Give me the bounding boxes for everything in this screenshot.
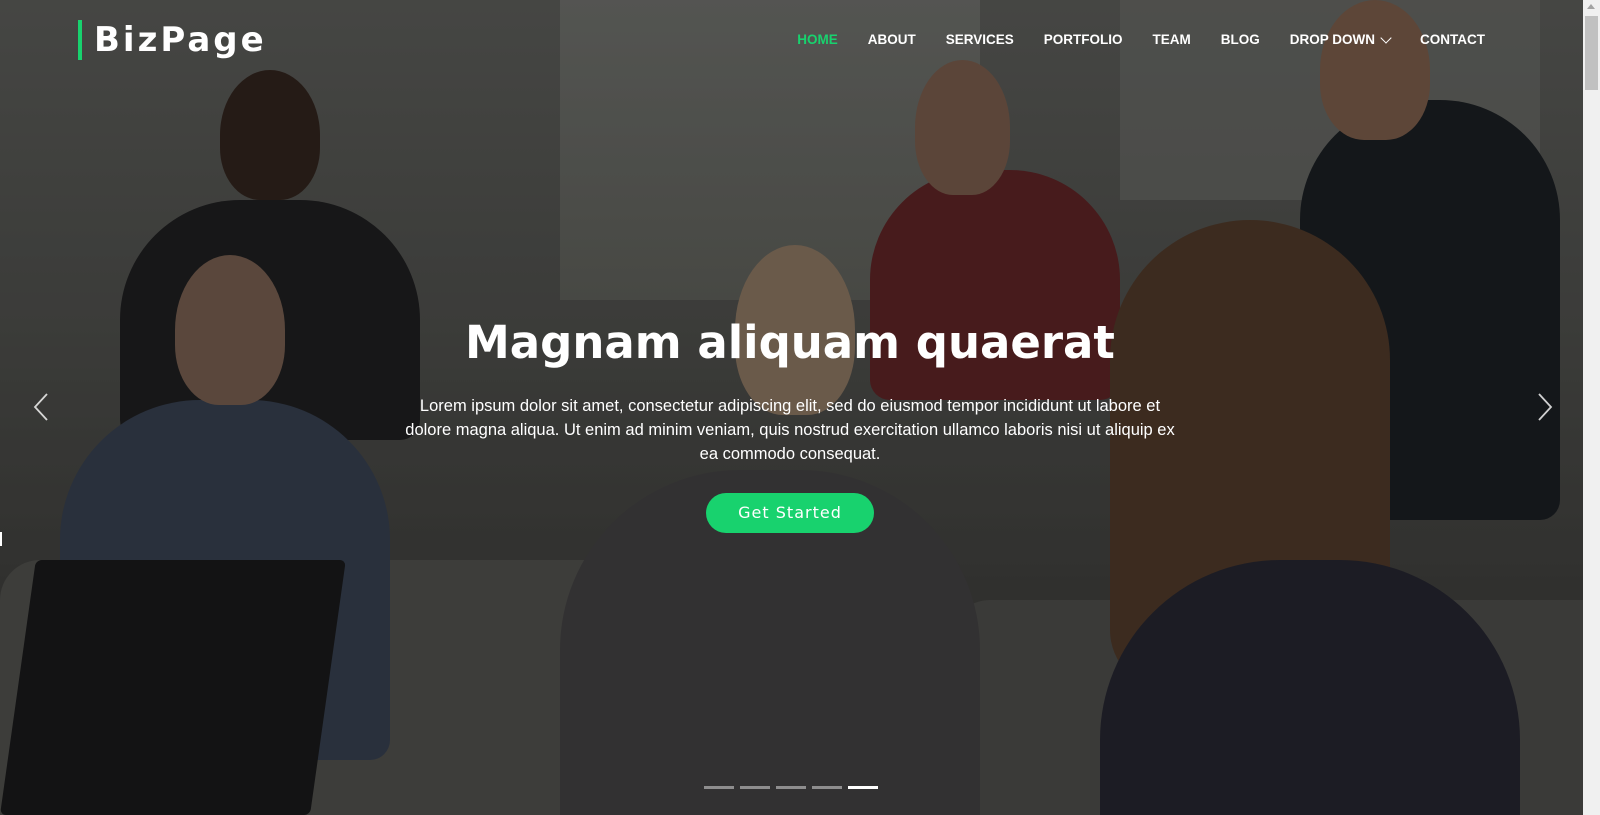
nav-item-contact[interactable]: CONTACT <box>1420 30 1485 50</box>
hero-section: BizPage HOME ABOUT SERVICES PORTFOLIO TE… <box>0 0 1583 815</box>
nav-item-drop-down[interactable]: DROP DOWN <box>1289 30 1392 50</box>
page: BizPage HOME ABOUT SERVICES PORTFOLIO TE… <box>0 0 1600 815</box>
hero-content: Magnam aliquam quaerat Lorem ipsum dolor… <box>390 312 1190 533</box>
page-scrollbar[interactable] <box>1583 0 1600 815</box>
chevron-left-icon <box>33 393 48 421</box>
nav-item-team[interactable]: TEAM <box>1152 30 1190 50</box>
site-header: BizPage HOME ABOUT SERVICES PORTFOLIO TE… <box>0 0 1583 80</box>
nav-item-home[interactable]: HOME <box>797 30 838 50</box>
nav-item-label: ABOUT <box>867 32 916 47</box>
edge-marker <box>0 532 2 546</box>
chevron-right-icon <box>1538 393 1553 421</box>
scroll-up-arrow-icon[interactable] <box>1587 4 1595 9</box>
carousel-indicator[interactable] <box>704 786 734 789</box>
nav-item-services[interactable]: SERVICES <box>946 30 1014 50</box>
carousel-indicator-active[interactable] <box>848 786 878 789</box>
carousel-prev-button[interactable] <box>30 392 54 422</box>
carousel-indicators <box>704 786 878 789</box>
main-nav: HOME ABOUT SERVICES PORTFOLIO TEAM BLOG … <box>767 30 1485 50</box>
carousel-indicator[interactable] <box>740 786 770 789</box>
nav-item-label: SERVICES <box>945 32 1014 47</box>
nav-item-portfolio[interactable]: PORTFOLIO <box>1044 30 1123 50</box>
scroll-thumb[interactable] <box>1585 16 1598 90</box>
nav-item-about[interactable]: ABOUT <box>868 30 916 50</box>
nav-item-label: HOME <box>797 32 838 47</box>
nav-item-blog[interactable]: BLOG <box>1221 30 1260 50</box>
nav-item-label: TEAM <box>1152 32 1191 47</box>
carousel-indicator[interactable] <box>812 786 842 789</box>
hero-text: Lorem ipsum dolor sit amet, consectetur … <box>405 397 1175 463</box>
nav-item-label: BLOG <box>1220 32 1260 47</box>
carousel-next-button[interactable] <box>1532 392 1556 422</box>
nav-item-label: PORTFOLIO <box>1043 32 1123 47</box>
nav-item-label: DROP DOWN <box>1289 32 1375 47</box>
nav-item-label: CONTACT <box>1420 32 1485 47</box>
site-logo[interactable]: BizPage <box>78 20 267 60</box>
hero-title: Magnam aliquam quaerat <box>465 316 1115 369</box>
get-started-button[interactable]: Get Started <box>706 493 874 533</box>
carousel-indicator[interactable] <box>776 786 806 789</box>
chevron-down-icon <box>1380 31 1392 44</box>
